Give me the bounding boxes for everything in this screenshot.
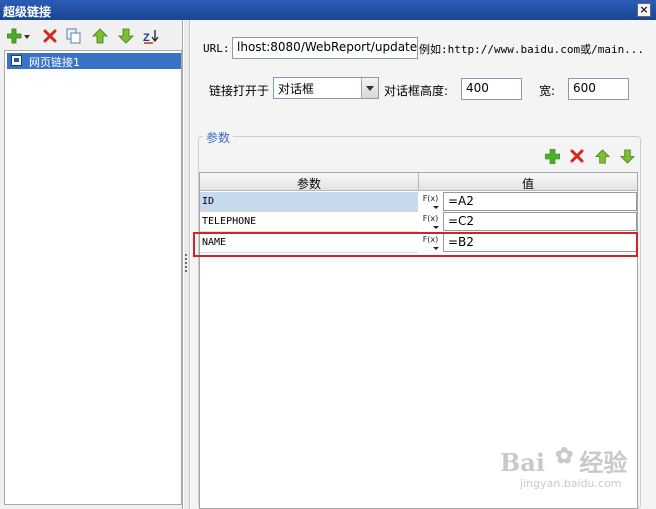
copy-icon <box>66 28 81 44</box>
baidu-watermark: Bai 经验 ✿ jingyan.baidu.com <box>500 443 650 493</box>
formula-button[interactable]: F(x) <box>420 193 441 211</box>
sort-glyph: Z <box>143 32 150 44</box>
param-add-button[interactable] <box>544 148 560 164</box>
move-up-icon <box>594 148 610 163</box>
column-header-param: 参数 <box>296 177 321 191</box>
add-dropdown-icon <box>7 28 30 44</box>
sort-button[interactable]: Z <box>142 27 162 45</box>
move-down-icon <box>619 149 635 164</box>
url-input[interactable]: lhost:8080/WebReport/update.js <box>232 37 418 59</box>
dialog-width-input[interactable]: 600 <box>568 78 629 100</box>
right-panel: URL: lhost:8080/WebReport/update.js 例如:h… <box>191 20 656 509</box>
watermark-url: jingyan.baidu.com <box>520 477 622 490</box>
param-name-cell[interactable]: TELEPHONE <box>200 212 418 232</box>
table-row[interactable]: ID F(x) =A2 <box>200 192 637 212</box>
delete-icon <box>570 149 584 163</box>
highlight-annotation-box <box>193 232 638 257</box>
window-titlebar: 超级链接 × <box>0 0 656 20</box>
move-up-button[interactable] <box>90 27 110 45</box>
delete-button[interactable] <box>40 27 60 45</box>
param-name-cell[interactable]: ID <box>200 192 418 212</box>
splitter-grip-dot <box>185 266 187 268</box>
close-icon: × <box>639 3 649 16</box>
column-header-value: 值 <box>521 177 534 191</box>
splitter-grip-dot <box>185 270 187 272</box>
move-down-icon <box>118 28 134 44</box>
param-value-input[interactable]: =A2 <box>443 192 637 211</box>
link-tree[interactable]: 网页链接1 <box>4 50 182 505</box>
params-group-title: 参数 <box>203 129 234 146</box>
param-delete-button[interactable] <box>569 148 585 164</box>
open-in-select[interactable]: 对话框 <box>273 77 379 99</box>
paw-icon: ✿ <box>555 443 574 469</box>
watermark-suffix: 经验 <box>579 448 628 477</box>
param-move-up-button[interactable] <box>594 148 610 164</box>
formula-button[interactable]: F(x) <box>420 213 441 231</box>
dialog-width-label: 宽: <box>539 84 556 98</box>
panel-splitter[interactable] <box>184 20 190 509</box>
add-icon <box>544 148 560 164</box>
param-value-input[interactable]: =C2 <box>443 212 637 231</box>
copy-button[interactable] <box>64 27 84 45</box>
tree-item-web-link[interactable]: 网页链接1 <box>7 53 181 69</box>
splitter-grip-dot <box>185 262 187 264</box>
chevron-down-icon[interactable] <box>361 78 378 98</box>
dialog-height-label: 对话框高度: <box>384 84 449 98</box>
url-label: URL: <box>203 42 230 55</box>
sort-icon: Z <box>143 30 159 44</box>
add-dropdown-button[interactable] <box>6 27 32 45</box>
table-row[interactable]: TELEPHONE F(x) =C2 <box>200 212 637 232</box>
move-down-button[interactable] <box>116 27 136 45</box>
splitter-grip-dot <box>185 254 187 256</box>
tree-item-label: 网页链接1 <box>29 56 80 69</box>
dialog-height-input[interactable]: 400 <box>461 78 522 100</box>
web-link-icon <box>11 55 22 66</box>
left-panel: Z 网页链接1 <box>0 20 183 509</box>
left-toolbar: Z <box>6 27 176 47</box>
watermark-brand: Bai <box>500 448 545 477</box>
open-in-label: 链接打开于 <box>209 84 270 98</box>
delete-icon <box>43 29 57 43</box>
url-example-hint: 例如:http://www.baidu.com或/main... <box>419 43 645 56</box>
window-title: 超级链接 <box>3 5 52 19</box>
table-header: 参数 值 <box>200 173 637 191</box>
close-button[interactable]: × <box>637 3 651 17</box>
param-move-down-button[interactable] <box>619 148 635 164</box>
splitter-grip-dot <box>185 258 187 260</box>
move-up-icon <box>92 28 108 44</box>
open-in-select-value: 对话框 <box>278 82 315 96</box>
